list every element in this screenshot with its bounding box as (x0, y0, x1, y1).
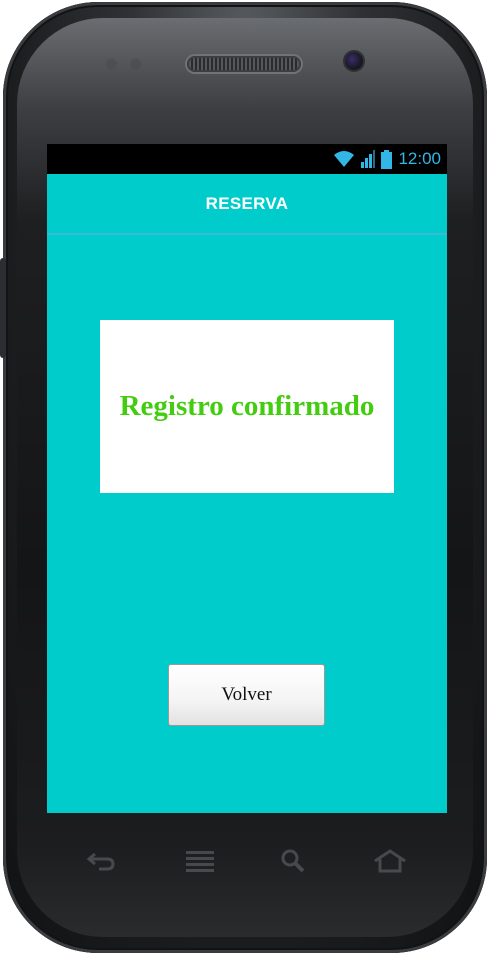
back-button[interactable]: Volver (168, 664, 325, 726)
status-time: 12:00 (398, 149, 441, 168)
front-camera (345, 52, 363, 70)
status-bar: 12:00 (47, 144, 447, 174)
action-bar: RESERVA (47, 174, 447, 235)
app-screen: 12:00 RESERVA Registro confirmado Volver (47, 144, 447, 813)
volume-button (0, 258, 6, 358)
back-icon[interactable] (85, 848, 117, 874)
home-icon[interactable] (372, 848, 408, 874)
page-title: RESERVA (205, 194, 289, 213)
proximity-sensor (103, 58, 145, 70)
earpiece-speaker (187, 56, 301, 72)
status-icons: 12:00 (333, 149, 441, 169)
search-icon[interactable] (279, 848, 309, 874)
hardware-nav-keys (47, 840, 447, 890)
menu-icon[interactable] (184, 848, 216, 874)
confirmation-message: Registro confirmado (119, 390, 375, 422)
wifi-icon (334, 151, 355, 167)
signal-icon (361, 150, 376, 168)
battery-icon (381, 149, 393, 169)
confirmation-panel: Registro confirmado (100, 320, 394, 493)
